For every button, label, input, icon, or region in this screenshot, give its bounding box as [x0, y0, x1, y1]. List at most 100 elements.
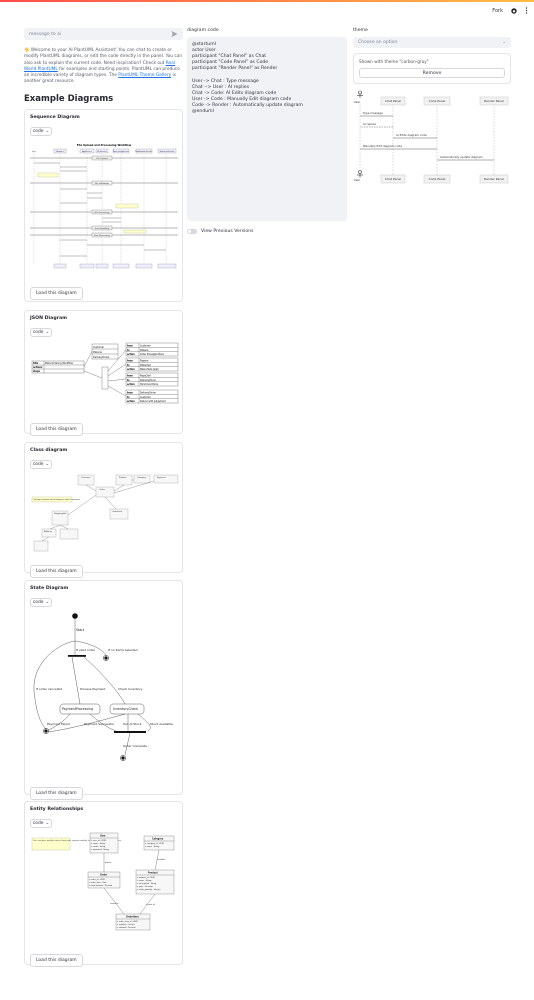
json-key: from [127, 374, 134, 377]
examples-heading: Example Diagrams [24, 93, 114, 104]
json-value: DeliveryDriver [140, 391, 156, 394]
state-label: Order Complete [123, 744, 147, 748]
er-diagram-svg: User can place multiple orders. Each ord… [31, 832, 175, 930]
er-field: + user_id : UUID [91, 839, 106, 842]
preview-message: Automatically update diagram [440, 155, 483, 159]
class-name: Product [119, 476, 127, 479]
preview-message: Type message [362, 111, 383, 115]
diagram-code-editor[interactable]: @startuml actor User participant "Chat P… [187, 37, 347, 221]
state-label: Start [76, 628, 85, 632]
json-value: Pizza Ordering Workflow [45, 362, 73, 365]
preview-lifelines [359, 104, 495, 178]
chevron-down-icon: ⌄ [45, 599, 50, 605]
preview-message: AI replies [363, 122, 376, 126]
er-rel-label: is part of [146, 903, 155, 906]
state-end-node-inner [44, 729, 48, 733]
seq-lifelines [33, 151, 167, 264]
chevron-down-icon: ⌄ [45, 461, 50, 467]
json-key: action [127, 383, 135, 386]
card-title: JSON Diagram [30, 315, 68, 321]
er-rel-label: contains [110, 902, 118, 905]
seq-participant-label: AppServer [82, 150, 92, 153]
state-diagram-preview: Start If valid order If no items selecte… [30, 611, 177, 779]
json-action: Customer [93, 346, 104, 349]
er-entity-name: Order [100, 873, 108, 876]
class-diagram-card: Class diagram code ⌄ Customer Order Produ… [24, 441, 183, 578]
fork-button[interactable]: Fork [492, 8, 503, 14]
render-column: theme Choose an option ⌄ Shown with them… [353, 28, 511, 200]
er-field: + order_item_id : UUID [117, 920, 138, 923]
seq-participant-label: Browser [56, 150, 64, 153]
select-value: code [32, 599, 44, 605]
send-icon[interactable] [171, 31, 178, 37]
preview-participant: User [354, 178, 362, 182]
state-label: InventoryCheck [113, 707, 138, 711]
er-field: + total_amount : Decimal [89, 884, 113, 887]
state-end-node-inner [121, 756, 125, 760]
state-label: Payment Successful [84, 722, 114, 726]
er-field: + subtotal : Decimal [117, 926, 136, 929]
json-key: action [127, 400, 135, 403]
code-select[interactable]: code ⌄ [30, 327, 52, 337]
code-select[interactable]: code ⌄ [30, 818, 52, 828]
json-key: action [127, 368, 135, 371]
load-diagram-button[interactable]: Load this diagram [30, 786, 83, 800]
github-icon[interactable] [511, 7, 517, 14]
load-diagram-button[interactable]: Load this diagram [30, 286, 83, 300]
seq-note [37, 172, 59, 177]
code-column: diagram code @startuml actor User partic… [187, 28, 347, 234]
app-toolbar: Fork [492, 7, 528, 14]
er-rel-label: places [105, 862, 111, 864]
theme-label: theme [353, 28, 368, 33]
load-diagram-button[interactable]: Load this diagram [30, 564, 83, 578]
json-value: Customer [140, 396, 151, 399]
load-diagram-button[interactable]: Load this diagram [30, 953, 83, 967]
seq-participant-label: FileService [97, 150, 108, 153]
seq-note [115, 203, 139, 208]
chevron-down-icon: ⌄ [45, 329, 50, 335]
chat-input[interactable]: message to ai [24, 28, 183, 40]
state-fork-bar [68, 654, 86, 657]
er-field: + order_date : Date [89, 881, 108, 884]
json-value: PizzaChef [140, 364, 151, 367]
preview-participant: User [354, 100, 362, 104]
json-value: Pizzeria [140, 359, 149, 362]
state-label: Check Inventory [118, 687, 143, 691]
code-select[interactable]: code ⌄ [30, 126, 52, 136]
seq-note [123, 229, 147, 233]
card-title: Entity Relationships [30, 806, 84, 812]
er-field: + quantity : Integer [117, 923, 135, 926]
preview-arrows [360, 115, 494, 161]
toggle-switch[interactable] [187, 229, 197, 234]
chevron-down-icon: ⌄ [502, 40, 506, 45]
card-title: Class diagram [30, 447, 68, 453]
view-previous-versions-toggle[interactable]: View Previous Versions [187, 229, 347, 234]
theme-gallery-link[interactable]: PlantUML Theme Gallery [118, 73, 171, 78]
json-diagram-preview: title Pizza Ordering Workflow actions st… [30, 341, 179, 415]
load-diagram-button[interactable]: Load this diagram [30, 422, 83, 436]
json-value: PizzaChef [140, 374, 151, 377]
er-field: + name : String [145, 845, 159, 848]
class-name: Address [44, 530, 52, 533]
json-key: action [127, 353, 135, 356]
state-diagram-card: State Diagram code ⌄ Start If valid order… [24, 579, 183, 800]
json-key: title [33, 362, 39, 365]
er-field: + price : Decimal [137, 885, 153, 888]
seq-section-label: File Validation [95, 182, 110, 185]
code-select[interactable]: code ⌄ [30, 597, 52, 607]
preview-participant: Chat Panel [385, 177, 401, 181]
seq-participant-label: NotificationService [136, 150, 154, 153]
er-field: + product_id : UUID [137, 876, 155, 879]
theme-select[interactable]: Choose an option ⌄ [353, 37, 511, 48]
er-rel-label: includes [157, 859, 165, 861]
state-end-node-inner [104, 656, 108, 660]
more-menu-icon[interactable] [525, 7, 528, 14]
preview-participant: Code Panel [429, 99, 446, 103]
seq-title: File Upload and Processing Workflow [77, 143, 132, 147]
remove-theme-button[interactable]: Remove [359, 68, 505, 78]
code-panel-label: diagram code [187, 28, 219, 33]
json-key: actions [33, 366, 43, 369]
theme-shown-text: Shown with theme "carbon-gray" [359, 59, 429, 64]
welcome-text-1: 👋 Welcome to your AI PlantUML Assistant!… [24, 48, 183, 66]
code-select[interactable]: code ⌄ [30, 459, 52, 469]
